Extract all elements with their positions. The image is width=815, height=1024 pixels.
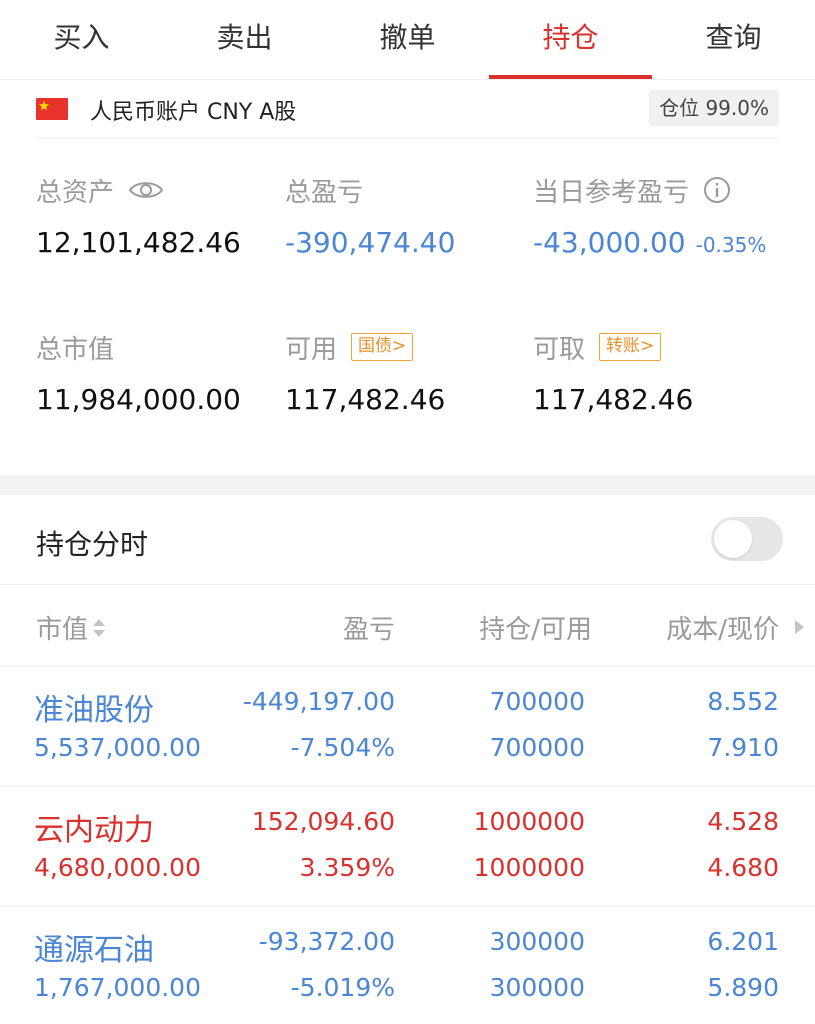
info-icon[interactable] [703, 176, 731, 204]
stock-available: 700000 [489, 733, 585, 762]
account-label: 人民币账户 CNY A股 [90, 100, 297, 125]
transfer-button[interactable]: 转账> [599, 333, 662, 361]
tab-buy[interactable]: 买入 [0, 0, 163, 79]
stock-holding: 1000000 [473, 807, 585, 836]
position-ratio-badge: 仓位 99.0% [649, 90, 779, 126]
stock-pnl: -449,197.00 [242, 687, 395, 716]
section-separator [0, 475, 815, 495]
stock-cost: 4.528 [707, 807, 779, 836]
daily-pnl-value: -43,000.00 [533, 226, 686, 259]
header-pnl[interactable]: 盈亏 [343, 609, 395, 646]
total-pnl-label: 总盈亏 [285, 177, 364, 208]
daily-pnl-percent: -0.35% [695, 233, 767, 257]
total-pnl-cell: 总盈亏 -390,474.40 [285, 172, 456, 260]
daily-pnl-label: 当日参考盈亏 [533, 177, 690, 208]
market-value-cell: 总市值 11,984,000.00 [36, 329, 241, 417]
stock-available: 300000 [489, 973, 585, 1002]
tab-cancel-order[interactable]: 撤单 [326, 0, 489, 79]
stock-price: 7.910 [707, 733, 779, 762]
stock-market-value: 5,537,000.00 [34, 733, 201, 762]
stock-pnl-percent: 3.359% [299, 853, 395, 882]
stock-holding: 300000 [489, 927, 585, 956]
scroll-right-icon[interactable] [793, 613, 805, 643]
stock-market-value: 4,680,000.00 [34, 853, 201, 882]
table-row[interactable]: 云内动力 4,680,000.00 152,094.60 3.359% 1000… [0, 787, 815, 907]
stock-pnl-percent: -7.504% [290, 733, 395, 762]
stock-market-value: 1,767,000.00 [34, 973, 201, 1002]
treasury-bond-button[interactable]: 国债> [351, 333, 414, 361]
daily-pnl-cell: 当日参考盈亏 -43,000.00 -0.35% [533, 172, 766, 259]
table-row[interactable]: 准油股份 5,537,000.00 -449,197.00 -7.504% 70… [0, 667, 815, 787]
toggle-knob [714, 520, 752, 558]
withdrawable-value: 117,482.46 [533, 383, 694, 416]
stock-cost: 6.201 [707, 927, 779, 956]
market-value-value: 11,984,000.00 [36, 383, 241, 416]
total-assets-value: 12,101,482.46 [36, 226, 241, 259]
header-cost-price[interactable]: 成本/现价 [666, 609, 779, 646]
stock-holding: 700000 [489, 687, 585, 716]
positions-table-header: 市值 盈亏 持仓/可用 成本/现价 [0, 585, 815, 667]
eye-icon[interactable] [128, 178, 164, 202]
header-holding-available[interactable]: 持仓/可用 [479, 609, 592, 646]
header-market-value[interactable]: 市值 [36, 609, 106, 646]
market-value-label: 总市值 [36, 334, 115, 365]
china-flag-icon [36, 98, 68, 120]
trade-tab-bar: 买入 卖出 撤单 持仓 查询 [0, 0, 815, 80]
stock-cost: 8.552 [707, 687, 779, 716]
divider [36, 138, 779, 139]
available-label: 可用 [285, 334, 338, 365]
stock-pnl-percent: -5.019% [290, 973, 395, 1002]
tab-sell[interactable]: 卖出 [163, 0, 326, 79]
withdrawable-cell: 可取 转账> 117,482.46 [533, 329, 693, 416]
header-market-value-label: 市值 [36, 615, 89, 645]
position-intraday-label: 持仓分时 [36, 528, 149, 561]
stock-price: 4.680 [707, 853, 779, 882]
total-assets-cell: 总资产 12,101,482.46 [36, 172, 241, 260]
stock-price: 5.890 [707, 973, 779, 1002]
available-cell: 可用 国债> 117,482.46 [285, 329, 445, 416]
total-pnl-value: -390,474.40 [285, 226, 456, 259]
withdrawable-label: 可取 [533, 334, 586, 365]
stock-name: 云内动力 [34, 813, 154, 848]
total-assets-label: 总资产 [36, 177, 115, 208]
stock-available: 1000000 [473, 853, 585, 882]
stock-name: 通源石油 [34, 933, 154, 968]
table-row[interactable]: 通源石油 1,767,000.00 -93,372.00 -5.019% 300… [0, 907, 815, 1024]
tab-positions[interactable]: 持仓 [489, 0, 652, 79]
available-value: 117,482.46 [285, 383, 446, 416]
tab-query[interactable]: 查询 [652, 0, 815, 79]
position-intraday-row: 持仓分时 [0, 495, 815, 585]
stock-pnl: -93,372.00 [258, 927, 395, 956]
position-intraday-toggle[interactable] [711, 517, 783, 561]
stock-name: 准油股份 [34, 693, 154, 728]
sort-icon [92, 617, 106, 639]
stock-pnl: 152,094.60 [251, 807, 395, 836]
account-header: 人民币账户 CNY A股 仓位 99.0% [0, 80, 815, 138]
